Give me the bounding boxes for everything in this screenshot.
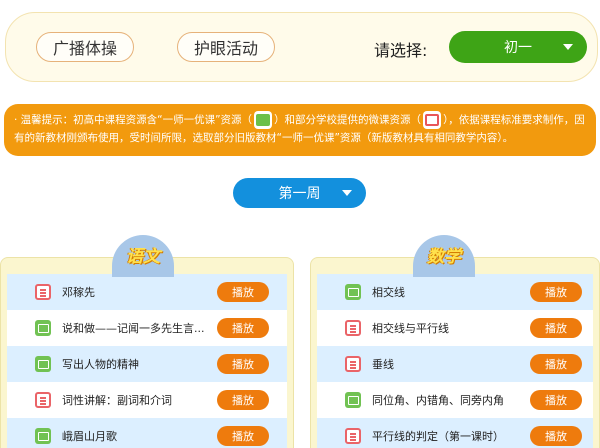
notice-banner: · 温馨提示：初高中课程资源含“一师一优课”资源（ ）和部分学校提供的微课资源（）… <box>4 104 596 156</box>
math-panel: 相交线 播放 相交线与平行线 播放 垂线 播放 同位角、内错角、同旁内角 播放 平行线的判定（第… <box>310 257 600 448</box>
play-button[interactable]: 播放 <box>217 354 269 374</box>
lesson-title[interactable]: 说和做——记闻一多先生言... <box>62 320 205 336</box>
video-icon <box>35 320 51 336</box>
list-item: 写出人物的精神 播放 <box>7 346 287 382</box>
video-icon <box>345 392 361 408</box>
play-button[interactable]: 播放 <box>217 282 269 302</box>
lesson-title[interactable]: 相交线 <box>372 284 405 300</box>
doc-icon <box>345 356 361 372</box>
week-select[interactable]: 第一周 <box>233 178 366 208</box>
lesson-title[interactable]: 写出人物的精神 <box>62 356 139 372</box>
lesson-title[interactable]: 词性讲解：副词和介词 <box>62 392 172 408</box>
chinese-list: 邓稼先 播放 说和做——记闻一多先生言... 播放 写出人物的精神 播放 词性讲解：副词和介… <box>7 274 287 448</box>
top-bar: 广播体操 护眼活动 请选择: 初一 <box>5 12 598 82</box>
play-button[interactable]: 播放 <box>217 390 269 410</box>
list-item: 说和做——记闻一多先生言... 播放 <box>7 310 287 346</box>
list-item: 邓稼先 播放 <box>7 274 287 310</box>
lesson-title[interactable]: 邓稼先 <box>62 284 95 300</box>
play-button[interactable]: 播放 <box>217 318 269 338</box>
grade-select-value: 初一 <box>504 40 532 56</box>
list-item: 平行线的判定（第一课时） 播放 <box>317 418 593 448</box>
select-label: 请选择: <box>374 41 428 60</box>
video-icon <box>35 428 51 444</box>
chinese-panel: 邓稼先 播放 说和做——记闻一多先生言... 播放 写出人物的精神 播放 词性讲解：副词和介… <box>0 257 294 448</box>
lesson-title[interactable]: 垂线 <box>372 356 394 372</box>
video-icon <box>35 356 51 372</box>
notice-text-2: ）和部分学校提供的微课资源（ <box>274 114 422 126</box>
list-item: 同位角、内错角、同旁内角 播放 <box>317 382 593 418</box>
list-item: 相交线 播放 <box>317 274 593 310</box>
list-item: 峨眉山月歌 播放 <box>7 418 287 448</box>
page: 广播体操 护眼活动 请选择: 初一 · 温馨提示：初高中课程资源含“一师一优课”… <box>0 0 600 448</box>
lesson-title[interactable]: 平行线的判定（第一课时） <box>372 428 504 444</box>
play-button[interactable]: 播放 <box>530 318 582 338</box>
chevron-down-icon <box>342 190 352 196</box>
doc-icon <box>423 111 442 129</box>
eye-care-button[interactable]: 护眼活动 <box>177 32 275 62</box>
play-button[interactable]: 播放 <box>530 426 582 446</box>
chevron-down-icon <box>563 44 573 50</box>
doc-icon <box>35 284 51 300</box>
broadcast-exercise-button[interactable]: 广播体操 <box>36 32 134 62</box>
subject-badge-chinese: 语文 <box>112 235 174 277</box>
math-list: 相交线 播放 相交线与平行线 播放 垂线 播放 同位角、内错角、同旁内角 播放 平行线的判定（第… <box>317 274 593 448</box>
play-button[interactable]: 播放 <box>530 354 582 374</box>
grade-select[interactable]: 初一 <box>449 31 587 63</box>
list-item: 垂线 播放 <box>317 346 593 382</box>
video-icon <box>254 111 273 129</box>
lesson-title[interactable]: 峨眉山月歌 <box>62 428 117 444</box>
video-icon <box>345 284 361 300</box>
week-select-value: 第一周 <box>278 186 321 202</box>
list-item: 词性讲解：副词和介词 播放 <box>7 382 287 418</box>
subject-badge-math: 数学 <box>413 235 475 277</box>
play-button[interactable]: 播放 <box>530 390 582 410</box>
notice-text-1: · 温馨提示：初高中课程资源含“一师一优课”资源（ <box>14 114 253 126</box>
play-button[interactable]: 播放 <box>217 426 269 446</box>
lesson-title[interactable]: 相交线与平行线 <box>372 320 449 336</box>
list-item: 相交线与平行线 播放 <box>317 310 593 346</box>
doc-icon <box>345 320 361 336</box>
doc-icon <box>35 392 51 408</box>
doc-icon <box>345 428 361 444</box>
play-button[interactable]: 播放 <box>530 282 582 302</box>
lesson-title[interactable]: 同位角、内错角、同旁内角 <box>372 392 504 408</box>
subject-title: 数学 <box>427 247 461 267</box>
subject-title: 语文 <box>126 247 160 267</box>
